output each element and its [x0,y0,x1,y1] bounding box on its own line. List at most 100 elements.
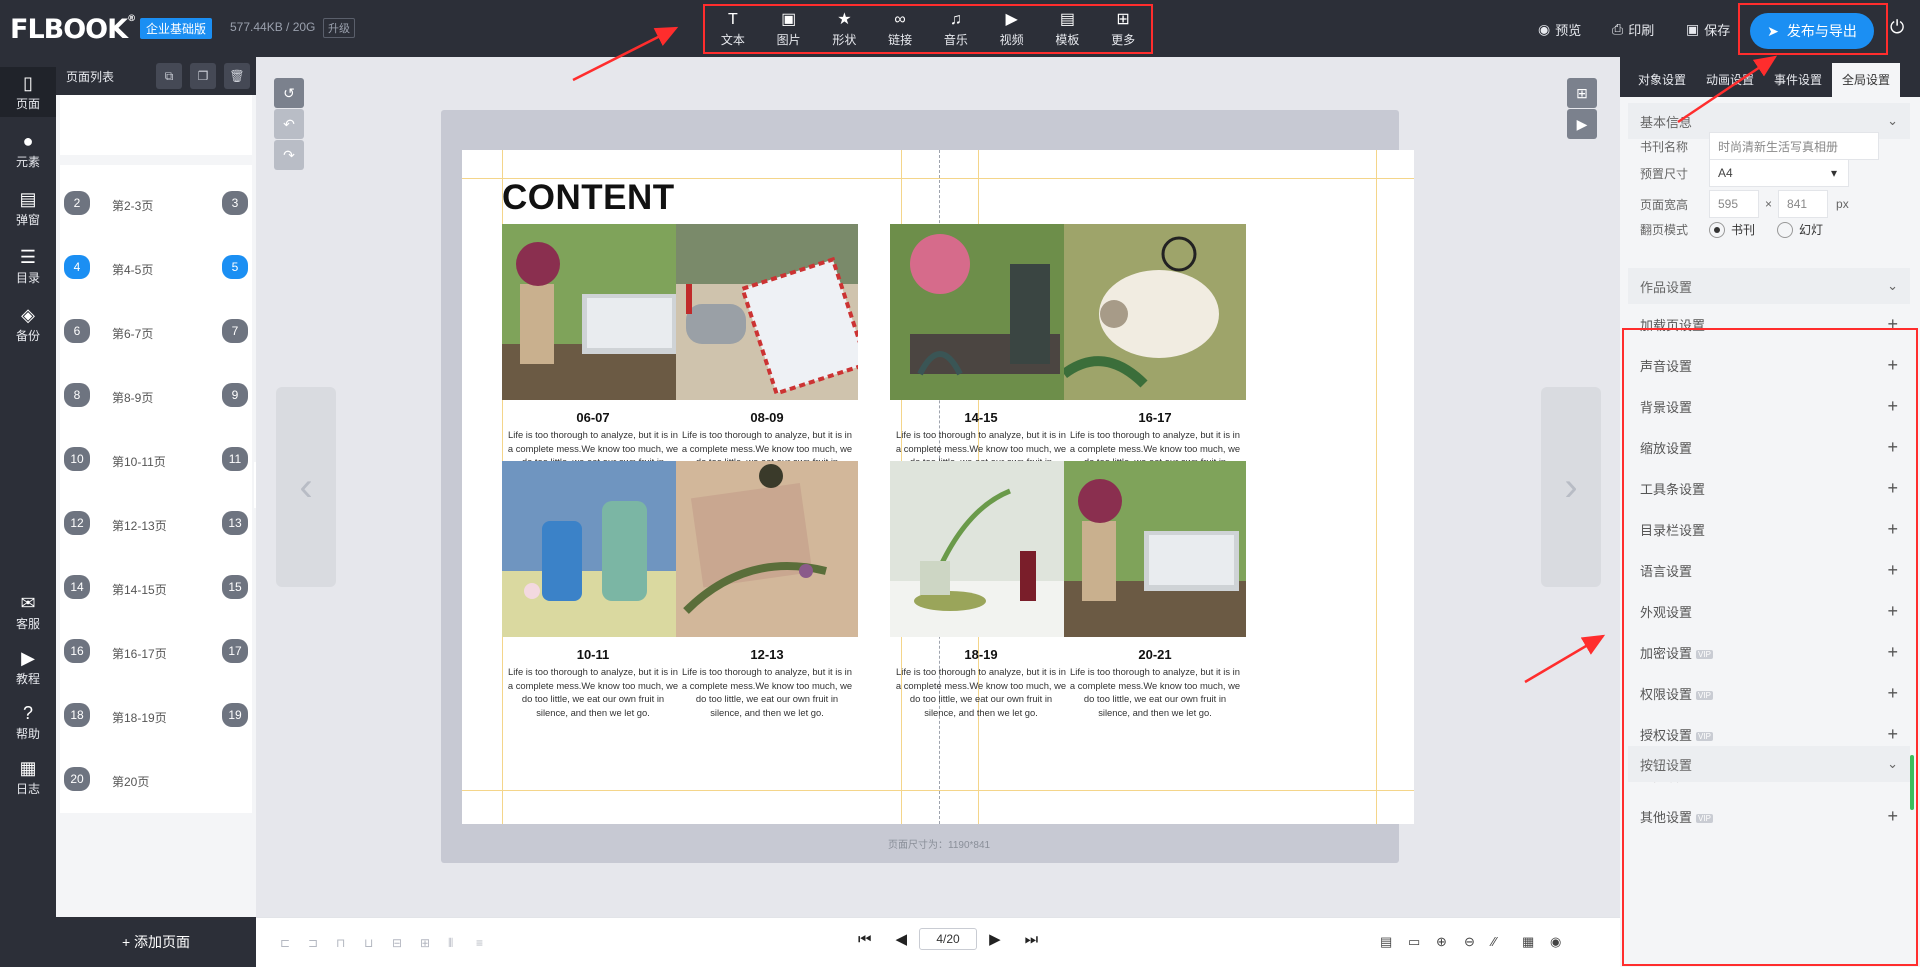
next-page-icon[interactable]: ▶ [989,930,1001,948]
nav-popup[interactable]: ▤ 弹窗 [0,183,56,233]
card-photo[interactable] [1064,224,1246,400]
content-card[interactable]: 08-09 Life is too thorough to analyze, bu… [676,224,858,482]
tool-template[interactable]: ▤ 模板 [1041,10,1093,48]
card-description[interactable]: Life is too thorough to analyze, but it … [890,665,1072,719]
copy-page-icon[interactable]: ⧉ [156,63,182,89]
setting-row[interactable]: 缩放设置 + [1628,427,1910,468]
distribute-v-icon[interactable]: ≡ [476,936,483,950]
align-middle-icon[interactable]: ⊟ [392,936,402,950]
width-input[interactable]: 595 [1709,190,1759,218]
card-photo[interactable] [502,224,684,400]
plus-icon[interactable]: + [1887,437,1898,458]
setting-row[interactable]: 权限设置 VIP + [1628,673,1910,714]
setting-row[interactable]: 声音设置 + [1628,345,1910,386]
plus-icon[interactable]: + [1887,601,1898,622]
plus-icon[interactable]: + [1887,355,1898,376]
undo-icon[interactable]: ↶ [274,109,304,139]
plus-icon[interactable]: + [1887,560,1898,581]
add-page-button[interactable]: + 添加页面 [56,917,256,967]
publish-export-button[interactable]: ➤ 发布与导出 [1750,13,1874,49]
content-card[interactable]: 10-11 Life is too thorough to analyze, bu… [502,461,684,719]
tool-text[interactable]: T 文本 [707,10,759,48]
zoom-in-icon[interactable]: ⊕ [1436,934,1447,950]
card-title[interactable]: 08-09 [676,410,858,425]
settings-icon[interactable]: ◉ [1550,934,1561,950]
tool-star[interactable]: ★ 形状 [818,10,870,48]
nav-toc[interactable]: ☰ 目录 [0,241,56,291]
save-button[interactable]: ▣ 保存 [1686,20,1730,39]
content-card[interactable]: 12-13 Life is too thorough to analyze, bu… [676,461,858,719]
radio-slide[interactable] [1777,221,1794,238]
nav-element[interactable]: ● 元素 [0,125,56,175]
button-settings-header[interactable]: 按钮设置 ⌄ [1628,746,1910,782]
content-card[interactable]: 20-21 Life is too thorough to analyze, bu… [1064,461,1246,719]
duplicate-page-icon[interactable]: ❐ [190,63,216,89]
page-number-input[interactable]: 4/20 [919,928,978,950]
tab-2[interactable]: 事件设置 [1764,63,1832,97]
last-page-icon[interactable]: ⏭ [1025,931,1039,948]
upgrade-button[interactable]: 升级 [323,18,355,38]
list-item[interactable]: 18 第18-19页 19 [60,677,252,749]
nav-page[interactable]: ▯ 页面 [0,67,56,117]
card-description[interactable]: Life is too thorough to analyze, but it … [502,665,684,719]
history-icon[interactable]: ↺ [274,78,304,108]
card-title[interactable]: 12-13 [676,647,858,662]
plus-icon[interactable]: + [1887,396,1898,417]
setting-row[interactable]: 加密设置 VIP + [1628,632,1910,673]
setting-row[interactable]: 目录栏设置 + [1628,509,1910,550]
scrollbar-thumb[interactable] [1910,755,1914,810]
zoom-out-icon[interactable]: ⊖ [1464,934,1475,950]
plus-icon[interactable]: + [1887,519,1898,540]
play-icon[interactable]: ▶ [1567,109,1597,139]
list-item[interactable]: 6 第6-7页 7 [60,293,252,365]
list-item[interactable]: 8 第8-9页 9 [60,357,252,429]
card-photo[interactable] [676,224,858,400]
content-card[interactable]: 14-15 Life is too thorough to analyze, bu… [890,224,1072,482]
nav-tutorial[interactable]: ▶ 教程 [0,642,56,692]
logo[interactable]: FLBOOK® [10,14,136,45]
nav-backup[interactable]: ◈ 备份 [0,299,56,349]
prev-page-arrow[interactable]: ‹ [276,387,336,587]
list-item[interactable]: 12 第12-13页 13 [60,485,252,557]
content-card[interactable]: 18-19 Life is too thorough to analyze, bu… [890,461,1072,719]
grid-icon[interactable]: ▦ [1522,934,1534,950]
card-photo[interactable] [502,461,684,637]
works-settings-header[interactable]: 作品设置 ⌄ [1628,268,1910,304]
align-right-icon[interactable]: ⊓ [336,936,345,950]
align-left-icon[interactable]: ⊏ [280,936,290,950]
list-item[interactable]: 16 第16-17页 17 [60,613,252,685]
guide-icon[interactable]: ⁄⁄ [1492,934,1496,949]
tab-3[interactable]: 全局设置 [1832,63,1901,97]
next-page-arrow[interactable]: › [1541,387,1601,587]
content-card[interactable]: 06-07 Life is too thorough to analyze, bu… [502,224,684,482]
tool-image[interactable]: ▣ 图片 [763,10,815,48]
distribute-h-icon[interactable]: ⦀ [448,936,453,951]
content-card[interactable]: 16-17 Life is too thorough to analyze, bu… [1064,224,1246,482]
plus-icon[interactable]: + [1887,478,1898,499]
list-item-partial[interactable] [60,95,252,155]
card-description[interactable]: Life is too thorough to analyze, but it … [1064,665,1246,719]
preset-size-select[interactable]: A4 [1709,159,1849,187]
list-item[interactable]: 20 第20页 [60,741,252,813]
plus-icon[interactable]: + [1887,683,1898,704]
radio-book[interactable] [1709,221,1725,238]
print-button[interactable]: ⎙ 印刷 [1612,20,1654,39]
card-title[interactable]: 06-07 [502,410,684,425]
list-item[interactable]: 2 第2-3页 3 [60,165,252,237]
card-title[interactable]: 18-19 [890,647,1072,662]
card-photo[interactable] [890,224,1072,400]
plus-icon[interactable]: + [1887,642,1898,663]
first-page-icon[interactable]: ⏮ [858,931,872,948]
plus-icon[interactable]: + [1887,724,1898,745]
tool-link[interactable]: ∞ 链接 [874,10,926,48]
card-title[interactable]: 10-11 [502,647,684,662]
setting-row[interactable]: 加载页设置 + [1628,304,1910,345]
nav-help[interactable]: ? 帮助 [0,697,56,747]
list-item[interactable]: 14 第14-15页 15 [60,549,252,621]
card-title[interactable]: 20-21 [1064,647,1246,662]
card-photo[interactable] [676,461,858,637]
preview-button[interactable]: ◉ 预览 [1538,20,1581,39]
card-description[interactable]: Life is too thorough to analyze, but it … [676,665,858,719]
card-photo[interactable] [1064,461,1246,637]
align-bottom-icon[interactable]: ⊞ [420,936,430,950]
